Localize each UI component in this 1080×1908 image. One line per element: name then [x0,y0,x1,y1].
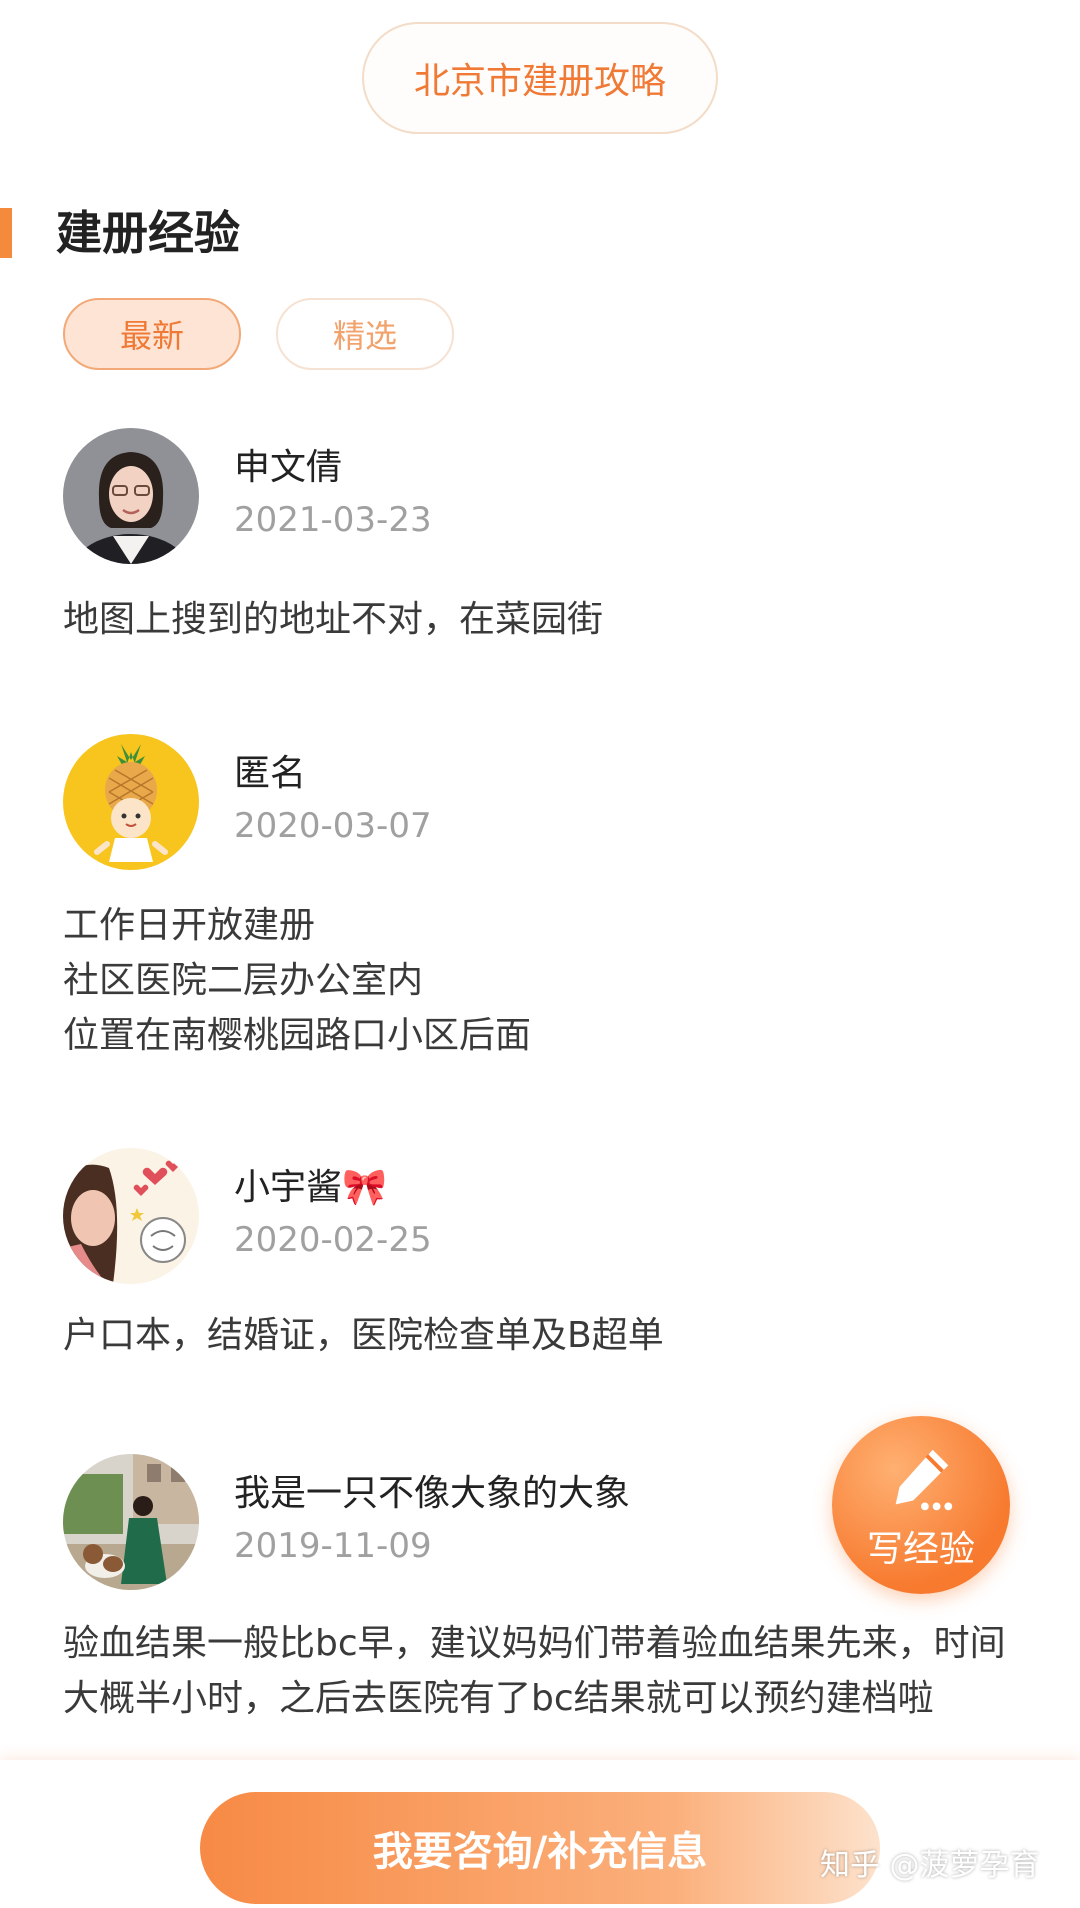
post-content-line: 户口本，结婚证，医院检查单及B超单 [63,1315,664,1356]
woman-with-dog-avatar-icon [63,1454,199,1590]
bottom-bar: 我要咨询/补充信息 知乎 @菠萝孕育 [0,1760,1080,1908]
girl-hearts-avatar-icon [63,1148,199,1284]
post-content-line: 验血结果一般比bc早，建议妈妈们带着验血结果先来，时间 [63,1623,1006,1664]
tab-featured[interactable]: 精选 [276,298,454,370]
tab-latest[interactable]: 最新 [63,298,241,370]
avatar[interactable] [63,1454,199,1590]
write-experience-label: 写经验 [866,1529,975,1570]
post-content: 工作日开放建册 社区医院二层办公室内 位置在南樱桃园路口小区后面 [63,898,1053,1063]
consult-button[interactable]: 我要咨询/补充信息 [200,1792,880,1904]
watermark: 知乎 @菠萝孕育 [820,1848,1040,1883]
post-content: 户口本，结婚证，医院检查单及B超单 [63,1308,1053,1363]
post-date: 2019-11-09 [234,1526,432,1566]
avatar[interactable] [63,428,199,564]
pencil-icon [895,1449,953,1511]
section-accent-bar [0,208,12,258]
post-date: 2020-02-25 [234,1220,432,1260]
section-title: 建册经验 [56,206,240,260]
post-date: 2020-03-07 [234,806,432,846]
avatar[interactable] [63,1148,199,1284]
woman-portrait-avatar-icon [63,428,199,564]
post-content-line: 大概半小时，之后去医院有了bc结果就可以预约建档啦 [63,1678,934,1719]
author-name: 小宇酱🎀 [234,1167,387,1208]
author-name: 申文倩 [234,447,343,488]
author-name: 匿名 [234,753,307,794]
post-content: 验血结果一般比bc早，建议妈妈们带着验血结果先来，时间 大概半小时，之后去医院有… [63,1616,1053,1726]
post-content-line: 位置在南樱桃园路口小区后面 [63,1015,532,1056]
post-content: 地图上搜到的地址不对，在菜园街 [63,592,1053,647]
post-content-line: 社区医院二层办公室内 [63,960,424,1001]
author-name: 我是一只不像大象的大象 [234,1473,631,1514]
post-date: 2021-03-23 [234,500,432,540]
guide-button[interactable]: 北京市建册攻略 [362,22,718,134]
post-content-line: 工作日开放建册 [63,905,316,946]
pineapple-cartoon-avatar-icon [63,734,199,870]
write-experience-button[interactable]: 写经验 [832,1416,1010,1594]
avatar[interactable] [63,734,199,870]
post-content-line: 地图上搜到的地址不对，在菜园街 [63,599,604,640]
